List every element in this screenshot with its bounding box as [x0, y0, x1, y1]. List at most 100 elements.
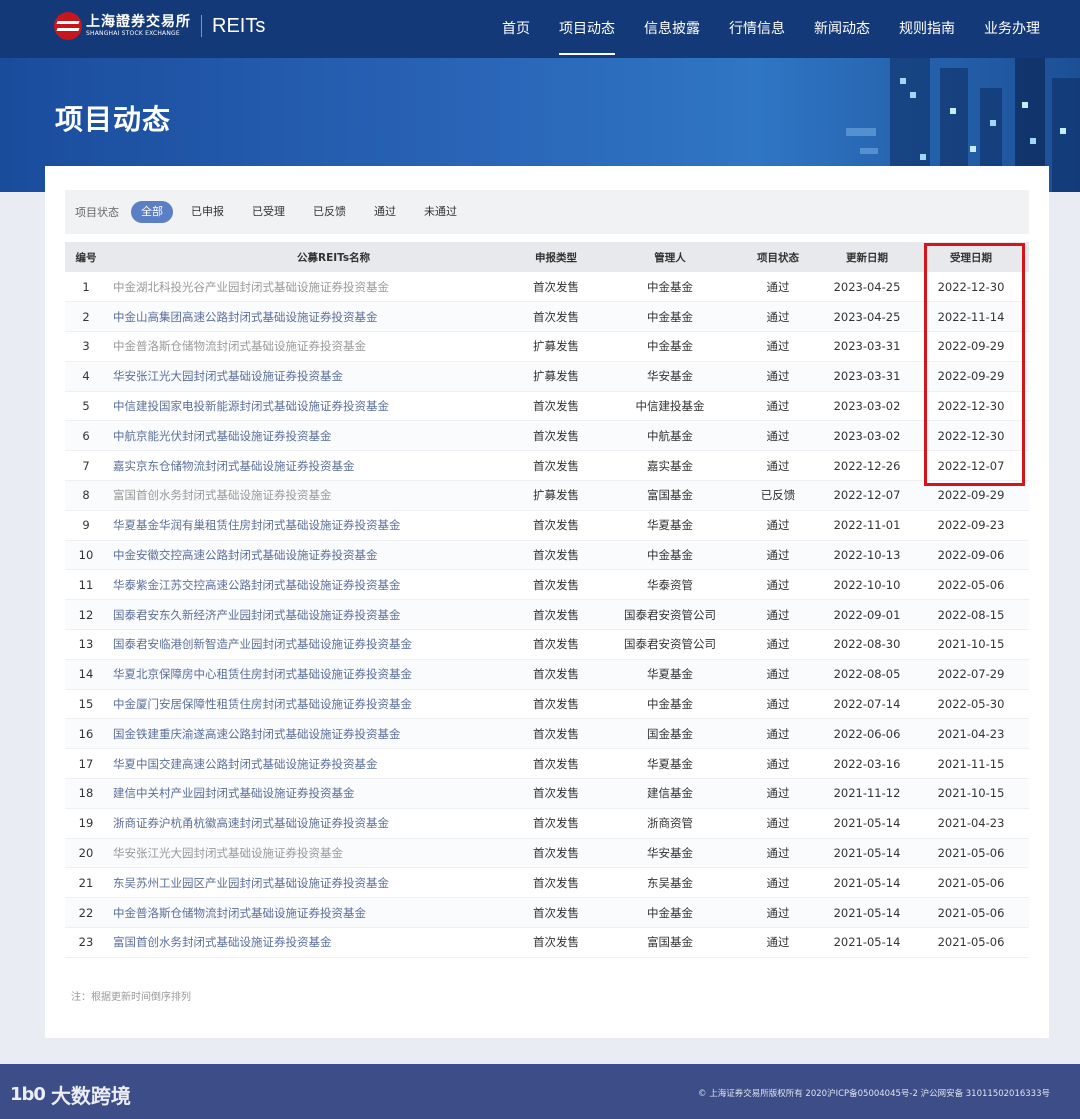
nav-home[interactable]: 首页 — [502, 0, 530, 58]
manager: 华安基金 — [647, 846, 693, 861]
acceptance-date: 2022-12-30 — [937, 399, 1005, 414]
manager: 华夏基金 — [647, 667, 693, 682]
manager: 中金基金 — [647, 905, 693, 920]
fund-name-link[interactable]: 国泰君安东久新经济产业园封闭式基础设施证券投资基金 — [107, 600, 507, 630]
acceptance-date: 2022-09-29 — [937, 339, 1005, 354]
fund-name-link[interactable]: 中金普洛斯仓储物流封闭式基础设施证券投资基金 — [107, 332, 507, 362]
project-status: 通过 — [766, 577, 790, 592]
table-row: 12 国泰君安东久新经济产业园封闭式基础设施证券投资基金 首次发售 国泰君安资管公司 通… — [65, 599, 1029, 630]
fund-name-link[interactable]: 中金湖北科投光谷产业园封闭式基础设施证券投资基金 — [107, 272, 507, 302]
update-date: 2021-11-12 — [833, 786, 901, 801]
filter-accepted[interactable]: 已受理 — [242, 201, 295, 223]
status-filter-bar: 项目状态 全部 已申报 已受理 已反馈 通过 未通过 — [65, 190, 1029, 234]
update-date: 2022-08-30 — [833, 637, 901, 652]
project-status: 通过 — [766, 726, 790, 741]
fund-name-link[interactable]: 华夏中国交建高速公路封闭式基础设施证券投资基金 — [107, 749, 507, 779]
header-manager: 管理人 — [654, 251, 686, 264]
table-row: 11 华泰紫金江苏交控高速公路封闭式基础设施证券投资基金 首次发售 华泰资管 通过 202… — [65, 570, 1029, 600]
update-date: 2021-05-14 — [833, 935, 901, 950]
fund-name-link[interactable]: 中航京能光伏封闭式基础设施证券投资基金 — [107, 421, 507, 451]
table-row: 9 华夏基金华润有巢租赁住房封闭式基础设施证券投资基金 首次发售 华夏基金 通过 2022… — [65, 510, 1029, 541]
fund-name-link[interactable]: 东吴苏州工业园区产业园封闭式基础设施证券投资基金 — [107, 868, 507, 898]
acceptance-date: 2022-05-30 — [937, 697, 1005, 712]
fund-name-link[interactable]: 富国首创水务封闭式基础设施证券投资基金 — [107, 481, 507, 511]
fund-name-link[interactable]: 中信建投国家电投新能源封闭式基础设施证券投资基金 — [107, 391, 507, 421]
fund-name-link[interactable]: 富国首创水务封闭式基础设施证券投资基金 — [107, 928, 507, 958]
nav-project-updates[interactable]: 项目动态 — [559, 0, 615, 58]
update-date: 2023-03-31 — [833, 369, 901, 384]
fund-name-link[interactable]: 华夏北京保障房中心租赁住房封闭式基础设施证券投资基金 — [107, 659, 507, 689]
table-row: 2 中金山高集团高速公路封闭式基础设施证券投资基金 首次发售 中金基金 通过 2023-0… — [65, 301, 1029, 332]
filter-rejected[interactable]: 未通过 — [414, 201, 467, 223]
filing-type: 首次发售 — [533, 399, 579, 414]
logo-english-name: SHANGHAI STOCK EXCHANGE — [86, 30, 180, 37]
filing-type: 首次发售 — [533, 637, 579, 652]
project-status: 通过 — [766, 697, 790, 712]
fund-name-link[interactable]: 中金安徽交控高速公路封闭式基础设施证券投资基金 — [107, 540, 507, 570]
row-number: 18 — [78, 786, 94, 801]
nav-news[interactable]: 新闻动态 — [814, 0, 870, 58]
table-row: 22 中金普洛斯仓储物流封闭式基础设施证券投资基金 首次发售 中金基金 通过 2021-0… — [65, 897, 1029, 928]
table-row: 5 中信建投国家电投新能源封闭式基础设施证券投资基金 首次发售 中信建投基金 通过 202… — [65, 391, 1029, 421]
update-date: 2022-12-26 — [833, 458, 901, 473]
fund-name-link[interactable]: 中金山高集团高速公路封闭式基础设施证券投资基金 — [107, 302, 507, 332]
manager: 建信基金 — [647, 786, 693, 801]
watermark: 1b0 大数跨境 — [10, 1080, 131, 1109]
fund-name-link[interactable]: 华夏基金华润有巢租赁住房封闭式基础设施证券投资基金 — [107, 510, 507, 540]
update-date: 2021-05-14 — [833, 846, 901, 861]
acceptance-date: 2021-04-23 — [937, 816, 1005, 831]
nav-market-info[interactable]: 行情信息 — [729, 0, 785, 58]
acceptance-date: 2022-09-06 — [937, 548, 1005, 563]
fund-name-link[interactable]: 嘉实京东仓储物流封闭式基础设施证券投资基金 — [107, 451, 507, 481]
fund-name-link[interactable]: 华泰紫金江苏交控高速公路封闭式基础设施证券投资基金 — [107, 570, 507, 600]
manager: 华泰资管 — [647, 577, 693, 592]
filter-all[interactable]: 全部 — [131, 201, 173, 223]
fund-name-link[interactable]: 国金铁建重庆渝遂高速公路封闭式基础设施证券投资基金 — [107, 719, 507, 749]
sse-emblem-icon — [54, 12, 82, 40]
table-row: 15 中金厦门安居保障性租赁住房封闭式基础设施证券投资基金 首次发售 中金基金 通过 20… — [65, 689, 1029, 719]
row-number: 11 — [78, 577, 94, 592]
filter-feedback[interactable]: 已反馈 — [303, 201, 356, 223]
table-row: 8 富国首创水务封闭式基础设施证券投资基金 扩募发售 富国基金 已反馈 2022-12-0… — [65, 480, 1029, 511]
fund-name-link[interactable]: 华安张江光大园封闭式基础设施证券投资基金 — [107, 361, 507, 391]
row-number: 20 — [78, 846, 94, 861]
project-status: 通过 — [766, 339, 790, 354]
update-date: 2022-11-01 — [833, 518, 901, 533]
nav-business[interactable]: 业务办理 — [984, 0, 1040, 58]
fund-name-link[interactable]: 中金普洛斯仓储物流封闭式基础设施证券投资基金 — [107, 898, 507, 928]
table-row: 16 国金铁建重庆渝遂高速公路封闭式基础设施证券投资基金 首次发售 国金基金 通过 202… — [65, 718, 1029, 749]
fund-name-link[interactable]: 中金厦门安居保障性租赁住房封闭式基础设施证券投资基金 — [107, 689, 507, 719]
update-date: 2021-05-14 — [833, 816, 901, 831]
logo-chinese-name: 上海證券交易所 — [86, 14, 191, 30]
acceptance-date: 2022-07-29 — [937, 667, 1005, 682]
table-row: 1 中金湖北科投光谷产业园封闭式基础设施证券投资基金 首次发售 中金基金 通过 2023-… — [65, 272, 1029, 302]
project-status: 通过 — [766, 667, 790, 682]
header-update-date: 更新日期 — [846, 251, 888, 264]
acceptance-date: 2021-05-06 — [937, 935, 1005, 950]
project-status: 通过 — [766, 518, 790, 533]
nav-disclosure[interactable]: 信息披露 — [644, 0, 700, 58]
sse-logo[interactable]: 上海證券交易所 SHANGHAI STOCK EXCHANGE REITs — [54, 12, 265, 40]
row-number: 10 — [78, 548, 94, 563]
filing-type: 首次发售 — [533, 667, 579, 682]
project-status: 通过 — [766, 756, 790, 771]
filing-type: 首次发售 — [533, 935, 579, 950]
filing-type: 首次发售 — [533, 607, 579, 622]
project-status: 通过 — [766, 875, 790, 890]
fund-name-link[interactable]: 华安张江光大园封闭式基础设施证券投资基金 — [107, 838, 507, 868]
acceptance-date: 2022-09-29 — [937, 369, 1005, 384]
acceptance-date: 2021-05-06 — [937, 846, 1005, 861]
fund-name-link[interactable]: 浙商证券沪杭甬杭徽高速封闭式基础设施证券投资基金 — [107, 808, 507, 838]
nav-rules-guide[interactable]: 规则指南 — [899, 0, 955, 58]
fund-name-link[interactable]: 建信中关村产业园封闭式基础设施证券投资基金 — [107, 779, 507, 809]
update-date: 2023-04-25 — [833, 279, 901, 294]
manager: 中金基金 — [647, 279, 693, 294]
update-date: 2022-09-01 — [833, 607, 901, 622]
filing-type: 首次发售 — [533, 279, 579, 294]
filter-approved[interactable]: 通过 — [364, 201, 406, 223]
filing-type: 首次发售 — [533, 518, 579, 533]
fund-name-link[interactable]: 国泰君安临港创新智造产业园封闭式基础设施证券投资基金 — [107, 630, 507, 660]
filing-type: 首次发售 — [533, 577, 579, 592]
filter-submitted[interactable]: 已申报 — [181, 201, 234, 223]
filing-type: 扩募发售 — [533, 488, 579, 503]
